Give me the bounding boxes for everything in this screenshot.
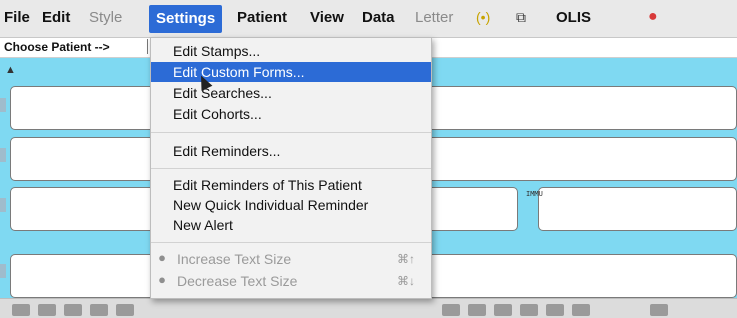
toolbar-button[interactable] <box>116 304 134 316</box>
menu-item-label: Edit Searches... <box>173 85 272 101</box>
toolbar-button[interactable] <box>90 304 108 316</box>
toolbar-button[interactable] <box>38 304 56 316</box>
menu-item-edit-reminders[interactable]: Edit Reminders... <box>151 141 431 161</box>
magnifier-icon: ● <box>158 272 166 287</box>
menu-item-edit-custom-forms[interactable]: Edit Custom Forms... <box>151 62 431 82</box>
menu-item-edit-reminders-of-patient[interactable]: Edit Reminders of This Patient <box>151 175 431 195</box>
menu-item-label: Edit Reminders... <box>173 143 281 159</box>
menu-bar: File Edit Style Settings Patient View Da… <box>0 0 737 38</box>
panel-1-side-tab[interactable] <box>0 98 6 112</box>
magnifier-icon: ● <box>158 250 166 265</box>
menu-file[interactable]: File <box>4 9 30 26</box>
panel-4-side-tab[interactable] <box>0 264 6 278</box>
immu-panel[interactable] <box>538 187 737 231</box>
choose-patient-label: Choose Patient --> <box>4 40 110 54</box>
toolbar-button[interactable] <box>546 304 564 316</box>
menu-item-label: Decrease Text Size <box>177 273 298 289</box>
menu-item-label: Increase Text Size <box>177 251 292 267</box>
external-link-icon[interactable]: ⧉ <box>516 9 526 26</box>
menu-item-edit-cohorts[interactable]: Edit Cohorts... <box>151 104 431 124</box>
menu-separator <box>151 168 431 169</box>
menu-olis[interactable]: OLIS <box>556 9 591 26</box>
menu-item-label: New Quick Individual Reminder <box>173 197 369 213</box>
menu-item-label: Edit Cohorts... <box>173 106 262 122</box>
menu-item-edit-stamps[interactable]: Edit Stamps... <box>151 41 431 61</box>
shortcut-label: ⌘↓ <box>397 274 415 288</box>
toolbar-button[interactable] <box>572 304 590 316</box>
menu-item-new-quick-reminder[interactable]: New Quick Individual Reminder <box>151 195 431 215</box>
speech-bubble-icon[interactable]: ● <box>648 8 658 26</box>
toolbar-button[interactable] <box>520 304 538 316</box>
menu-separator <box>151 132 431 133</box>
menu-edit[interactable]: Edit <box>42 9 70 26</box>
toolbar-button[interactable] <box>468 304 486 316</box>
settings-dropdown-menu: Edit Stamps... Edit Custom Forms... Edit… <box>150 37 432 299</box>
shortcut-label: ⌘↑ <box>397 252 415 266</box>
toolbar-button[interactable] <box>442 304 460 316</box>
toolbar-button[interactable] <box>64 304 82 316</box>
menu-item-increase-text-size[interactable]: ● Increase Text Size ⌘↑ <box>151 249 431 269</box>
toolbar-button[interactable] <box>494 304 512 316</box>
menu-separator <box>151 242 431 243</box>
toolbar-button[interactable] <box>12 304 30 316</box>
wifi-signal-icon[interactable]: (•) <box>476 9 490 25</box>
menu-style[interactable]: Style <box>89 9 122 26</box>
toolbar-button[interactable] <box>650 304 668 316</box>
immu-label: IMMU <box>526 190 543 198</box>
menu-item-edit-searches[interactable]: Edit Searches... <box>151 83 431 103</box>
menu-item-label: Edit Reminders of This Patient <box>173 177 362 193</box>
menu-letter[interactable]: Letter <box>415 9 453 26</box>
menu-item-label: New Alert <box>173 217 233 233</box>
menu-view[interactable]: View <box>310 9 344 26</box>
menu-item-label: Edit Custom Forms... <box>173 64 305 80</box>
menu-patient[interactable]: Patient <box>237 9 287 26</box>
menu-data[interactable]: Data <box>362 9 395 26</box>
menu-item-decrease-text-size[interactable]: ● Decrease Text Size ⌘↓ <box>151 271 431 291</box>
collapse-arrow-icon[interactable]: ▲ <box>5 64 16 76</box>
panel-2-side-tab[interactable] <box>0 148 6 162</box>
menu-item-label: Edit Stamps... <box>173 43 261 59</box>
panel-3-side-tab[interactable] <box>0 198 6 212</box>
bottom-toolbar <box>0 298 737 318</box>
menu-settings[interactable]: Settings <box>149 5 223 33</box>
menu-item-new-alert[interactable]: New Alert <box>151 215 431 235</box>
